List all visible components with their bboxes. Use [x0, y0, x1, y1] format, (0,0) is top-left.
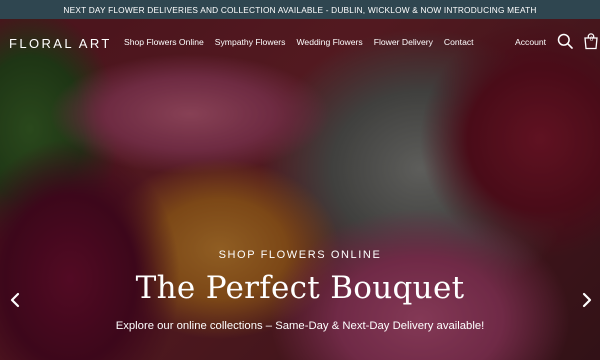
chevron-right-icon[interactable]: [580, 291, 594, 309]
hero-content: SHOP FLOWERS ONLINE The Perfect Bouquet …: [0, 0, 600, 360]
chevron-left-icon[interactable]: [8, 291, 22, 309]
hero-headline: The Perfect Bouquet: [135, 270, 465, 306]
hero-subtext: Explore our online collections – Same-Da…: [115, 320, 485, 332]
hero-kicker: SHOP FLOWERS ONLINE: [218, 249, 382, 261]
